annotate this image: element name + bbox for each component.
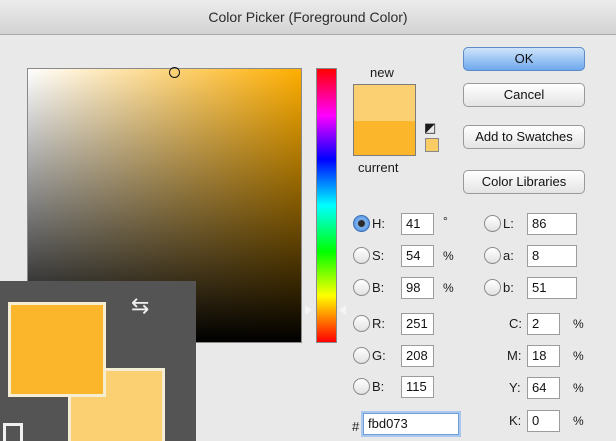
saturation-input[interactable]: 54 — [401, 245, 434, 267]
hex-label: # — [352, 419, 360, 434]
window-title: Color Picker (Foreground Color) — [0, 0, 616, 35]
magenta-label: M: — [507, 348, 522, 363]
lab-a-radio[interactable] — [484, 247, 501, 264]
degree-unit: ° — [443, 214, 448, 228]
new-color-swatch — [353, 84, 416, 121]
lightness-label: L: — [503, 216, 514, 231]
ok-button[interactable]: OK — [463, 47, 585, 71]
yellow-label: Y: — [509, 380, 521, 395]
green-input[interactable]: 208 — [401, 345, 434, 367]
blue-input[interactable]: 115 — [401, 376, 434, 398]
hue-input[interactable]: 41 — [401, 213, 434, 235]
brightness-input[interactable]: 98 — [401, 277, 434, 299]
cyan-input[interactable]: 2 — [527, 313, 560, 335]
hue-slider[interactable] — [316, 68, 337, 343]
out-of-web-gamut-cube-icon[interactable]: ◩ — [424, 121, 436, 134]
red-radio[interactable] — [353, 315, 370, 332]
green-label: G: — [372, 348, 386, 363]
current-color-swatch[interactable] — [353, 121, 416, 156]
brightness-label: B: — [372, 280, 385, 295]
hue-label: H: — [372, 216, 385, 231]
black-input[interactable]: 0 — [527, 410, 560, 432]
swap-arrows-icon[interactable]: ⇆ — [131, 295, 149, 317]
hue-slider-handle-left[interactable] — [305, 305, 312, 315]
color-field-cursor[interactable] — [169, 67, 180, 78]
lightness-radio[interactable] — [484, 215, 501, 232]
black-label: K: — [509, 413, 522, 428]
red-label: R: — [372, 316, 385, 331]
magenta-input[interactable]: 18 — [527, 345, 560, 367]
blue-radio[interactable] — [353, 378, 370, 395]
websafe-color-swatch[interactable] — [425, 138, 439, 152]
hue-slider-handle-right[interactable] — [339, 305, 346, 315]
foreground-color-well[interactable] — [8, 302, 106, 397]
saturation-radio[interactable] — [353, 247, 370, 264]
hex-input[interactable]: fbd073 — [363, 413, 459, 435]
blue-label: B: — [372, 379, 385, 394]
cyan-label: C: — [509, 316, 522, 331]
color-libraries-button[interactable]: Color Libraries — [463, 170, 585, 194]
brightness-unit: % — [443, 281, 454, 295]
lab-b-radio[interactable] — [484, 279, 501, 296]
yellow-input[interactable]: 64 — [527, 377, 560, 399]
default-colors-icon[interactable] — [3, 423, 23, 441]
magenta-unit: % — [573, 349, 584, 363]
cancel-button[interactable]: Cancel — [463, 83, 585, 107]
new-label: new — [370, 65, 394, 80]
black-unit: % — [573, 414, 584, 428]
saturation-label: S: — [372, 248, 385, 263]
hue-radio[interactable] — [353, 215, 370, 232]
yellow-unit: % — [573, 381, 584, 395]
add-to-swatches-button[interactable]: Add to Swatches — [463, 125, 585, 149]
cyan-unit: % — [573, 317, 584, 331]
lab-a-input[interactable]: 8 — [527, 245, 577, 267]
brightness-radio[interactable] — [353, 279, 370, 296]
current-label: current — [358, 160, 399, 175]
red-input[interactable]: 251 — [401, 313, 434, 335]
green-radio[interactable] — [353, 347, 370, 364]
lightness-input[interactable]: 86 — [527, 213, 577, 235]
saturation-unit: % — [443, 249, 454, 263]
lab-a-label: a: — [503, 248, 514, 263]
lab-b-input[interactable]: 51 — [527, 277, 577, 299]
lab-b-label: b: — [503, 280, 514, 295]
